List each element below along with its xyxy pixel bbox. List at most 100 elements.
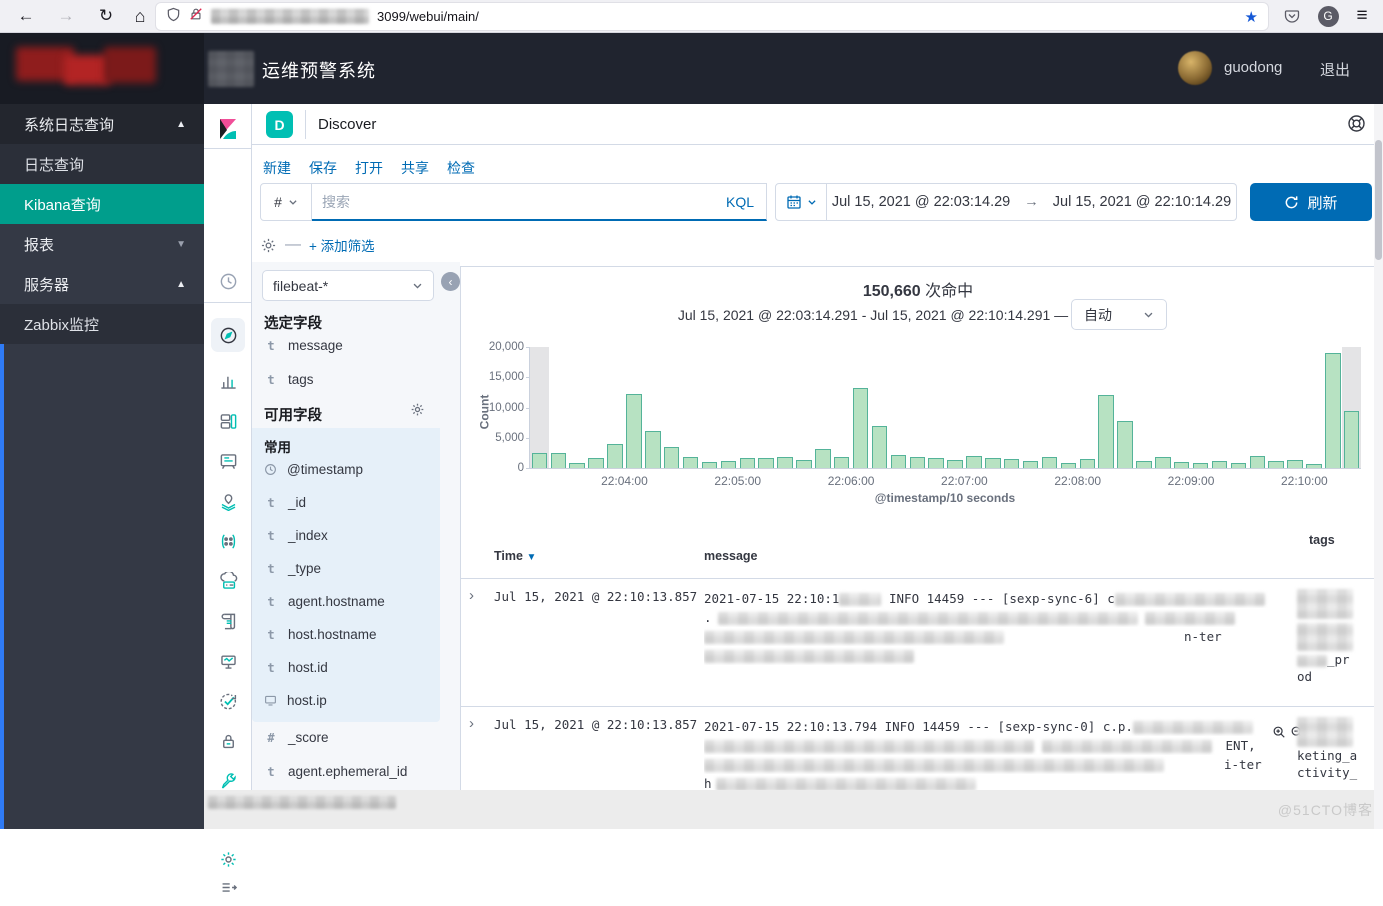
field-item-_id[interactable]: t_id — [264, 495, 306, 510]
field-item-message[interactable]: tmessage — [264, 338, 343, 353]
scrollbar-thumb[interactable] — [1375, 140, 1382, 260]
field-item-agent.ephemeral_id[interactable]: tagent.ephemeral_id — [264, 764, 407, 779]
expand-row-icon[interactable]: › — [469, 715, 474, 732]
new-button[interactable]: 新建 — [263, 158, 291, 178]
discover-app-badge[interactable]: D — [266, 111, 293, 138]
uptime-check-icon[interactable] — [204, 682, 252, 720]
field-settings-gear-icon[interactable] — [410, 402, 425, 422]
open-button[interactable]: 打开 — [355, 158, 383, 178]
metrics-cloud-icon[interactable] — [204, 562, 252, 600]
refresh-button[interactable]: 刷新 — [1250, 183, 1372, 221]
browser-profile-avatar[interactable]: G — [1314, 3, 1342, 29]
user-avatar[interactable] — [1178, 51, 1212, 85]
histogram-bar — [1229, 347, 1248, 468]
field-item-agent.hostname[interactable]: tagent.hostname — [264, 594, 385, 609]
sidebar-item-zabbix[interactable]: Zabbix监控 — [0, 304, 204, 344]
logout-button[interactable]: 退出 — [1320, 59, 1350, 80]
field-item-_score[interactable]: #_score — [264, 730, 329, 745]
histogram-bar — [1286, 347, 1305, 468]
table-row: › Jul 15, 2021 @ 22:10:13.857 2021-07-15… — [461, 579, 1375, 707]
shield-icon — [166, 7, 181, 27]
share-button[interactable]: 共享 — [401, 158, 429, 178]
browser-forward-button[interactable]: → — [52, 3, 80, 29]
field-name: @timestamp — [287, 462, 363, 477]
machine-learning-icon[interactable] — [204, 522, 252, 560]
browser-back-button[interactable]: ← — [12, 3, 40, 29]
browser-address-bar[interactable]: 3099/webui/main/ ★ — [156, 3, 1268, 30]
inspect-button[interactable]: 检查 — [447, 158, 475, 178]
apm-icon[interactable] — [204, 642, 252, 680]
histogram-bar — [1210, 347, 1229, 468]
dash-divider: — — [285, 236, 301, 254]
chevron-up-icon: ▲ — [176, 279, 186, 290]
collapse-menu-arrow-icon[interactable] — [204, 868, 252, 906]
sidebar-item-reports[interactable]: 报表 ▼ — [0, 224, 204, 264]
field-name: _index — [288, 528, 328, 543]
saved-query-menu-button[interactable]: # — [260, 183, 312, 221]
table-row: › Jul 15, 2021 @ 22:10:13.857 2021-07-15… — [461, 707, 1375, 792]
field-name: agent.hostname — [288, 594, 385, 609]
sidebar-item-label: 服务器 — [24, 274, 69, 295]
field-item-_index[interactable]: t_index — [264, 528, 328, 543]
dashboard-icon[interactable] — [204, 402, 252, 440]
logs-scroll-icon[interactable] — [204, 602, 252, 640]
date-from[interactable]: Jul 15, 2021 @ 22:03:14.29 — [832, 194, 1010, 210]
histogram-bar — [1097, 347, 1116, 468]
help-icon[interactable] — [1347, 114, 1366, 138]
field-item-@timestamp[interactable]: @timestamp — [264, 462, 363, 477]
time-cell: Jul 15, 2021 @ 22:10:13.857 — [494, 589, 697, 604]
browser-reload-button[interactable]: ↻ — [92, 3, 120, 29]
histogram-bar — [1342, 347, 1361, 468]
field-item-_type[interactable]: t_type — [264, 561, 321, 576]
discover-compass-icon[interactable] — [204, 316, 252, 354]
histogram-bar — [946, 347, 965, 468]
interval-select[interactable]: 自动 — [1071, 299, 1167, 330]
recently-viewed-clock-icon[interactable] — [204, 262, 252, 300]
scrollbar[interactable] — [1374, 104, 1383, 829]
date-to[interactable]: Jul 15, 2021 @ 22:10:14.29 — [1053, 194, 1231, 210]
histogram-bar — [624, 347, 643, 468]
histogram-bar — [1021, 347, 1040, 468]
histogram-bar — [1305, 347, 1324, 468]
histogram-bar — [1135, 347, 1154, 468]
search-input[interactable] — [312, 194, 714, 210]
add-filter-link[interactable]: + 添加筛选 — [309, 235, 375, 255]
filter-for-value-icon[interactable] — [1272, 725, 1286, 744]
expand-row-icon[interactable]: › — [469, 587, 474, 604]
sidebar-item-kibana-query[interactable]: Kibana查询 — [0, 184, 204, 224]
histogram-bar — [1116, 347, 1135, 468]
browser-menu-button[interactable]: ≡ — [1348, 3, 1376, 29]
bookmark-star-icon[interactable]: ★ — [1245, 8, 1258, 26]
field-item-host.id[interactable]: thost.id — [264, 660, 328, 675]
collapse-sidebar-button[interactable]: ‹ — [441, 272, 460, 291]
field-name: message — [288, 338, 343, 353]
sidebar-item-servers[interactable]: 服务器 ▲ — [0, 264, 204, 304]
canvas-icon[interactable] — [204, 442, 252, 480]
histogram-bar — [1267, 347, 1286, 468]
date-range-picker[interactable]: Jul 15, 2021 @ 22:03:14.29 → Jul 15, 202… — [827, 183, 1237, 221]
field-item-host.hostname[interactable]: thost.hostname — [264, 627, 377, 642]
filter-settings-gear-icon[interactable] — [260, 237, 277, 254]
sidebar-item-log-query[interactable]: 日志查询 — [0, 144, 204, 184]
histogram-bar — [1002, 347, 1021, 468]
maps-pin-icon[interactable] — [204, 482, 252, 520]
field-item-host.ip[interactable]: host.ip — [264, 693, 327, 708]
sort-desc-icon: ▼ — [526, 552, 536, 563]
sidebar-item-system-log-query[interactable]: 系统日志查询 ▲ — [0, 104, 204, 144]
index-pattern-select[interactable]: filebeat-* — [262, 270, 434, 301]
field-name: host.ip — [287, 693, 327, 708]
query-language-button[interactable]: KQL — [714, 194, 766, 210]
pocket-icon[interactable] — [1278, 3, 1306, 29]
kibana-logo[interactable] — [204, 110, 252, 148]
hash-icon: # — [274, 194, 282, 210]
histogram-bar — [1059, 347, 1078, 468]
histogram-bar — [983, 347, 1002, 468]
time-column-header[interactable]: Time ▼ — [494, 549, 536, 563]
field-item-tags[interactable]: ttags — [264, 372, 314, 387]
visualize-chart-icon[interactable] — [204, 362, 252, 400]
browser-home-button[interactable]: ⌂ — [126, 3, 154, 29]
date-picker-quick-menu[interactable] — [775, 183, 827, 221]
app-title: 运维预警系统 — [262, 57, 376, 83]
save-button[interactable]: 保存 — [309, 158, 337, 178]
siem-lock-icon[interactable] — [204, 722, 252, 760]
